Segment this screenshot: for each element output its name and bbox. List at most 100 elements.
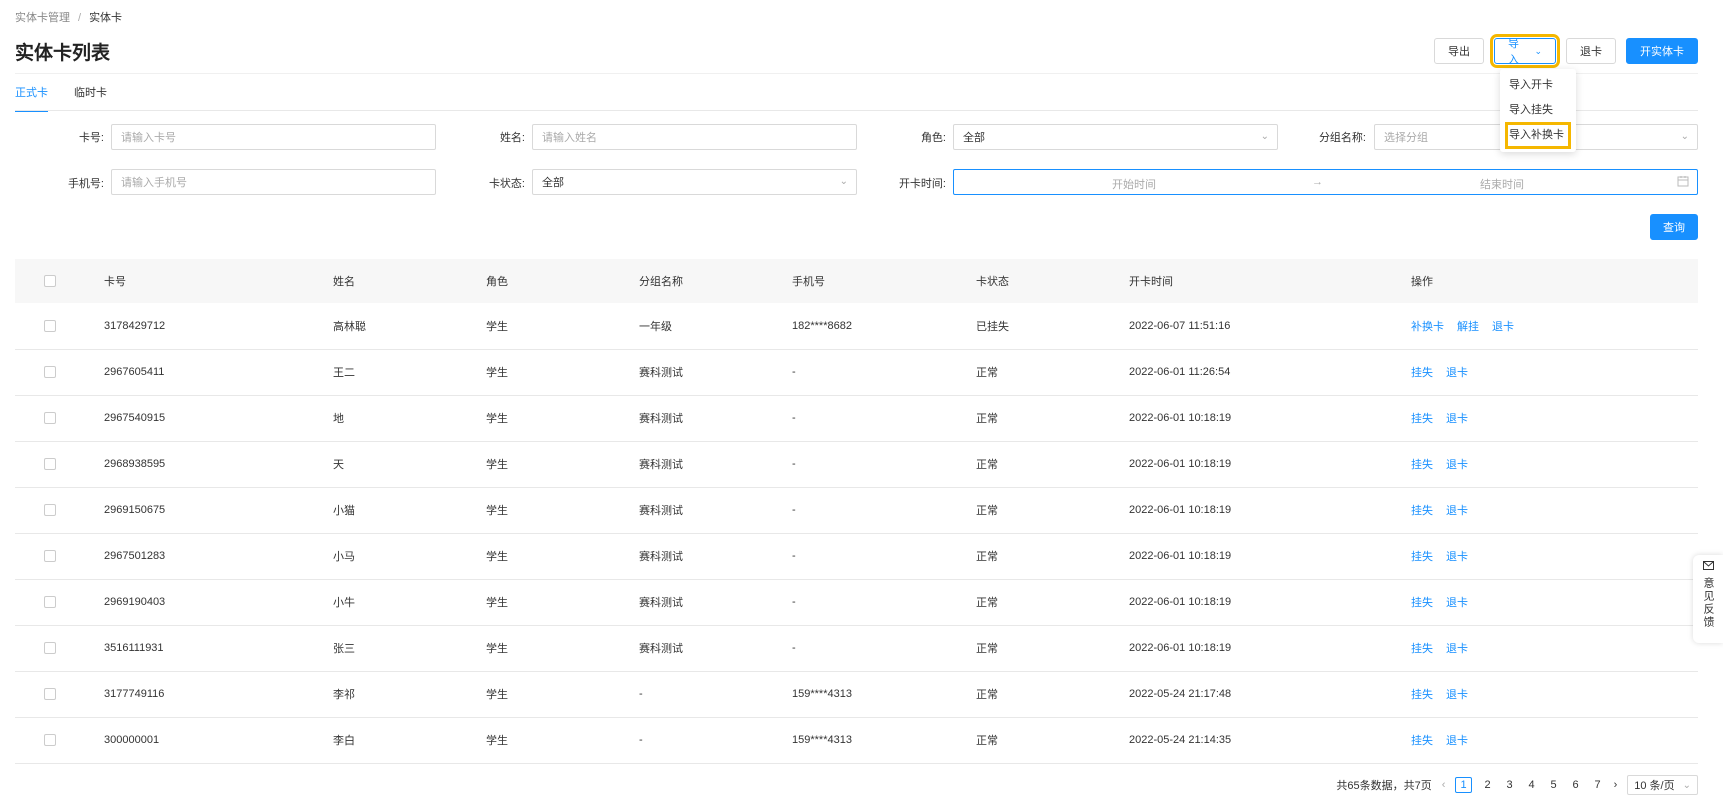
row-select-cell [15,349,104,395]
menu-item-import-loss[interactable]: 导入挂失 [1500,98,1576,123]
row-checkbox[interactable] [44,319,56,332]
breadcrumb-parent[interactable]: 实体卡管理 [15,12,70,24]
row-action-link[interactable]: 退卡 [1492,321,1514,333]
page-number[interactable]: 4 [1526,779,1538,791]
status-cell: 正常 [976,643,998,655]
row-action-link[interactable]: 挂失 [1411,413,1433,425]
row-action-link[interactable]: 挂失 [1411,735,1433,747]
open-time-cell: 2022-06-01 10:18:19 [1129,596,1232,608]
row-select-cell [15,533,104,579]
name-cell: 李祁 [333,689,355,701]
row-action-link[interactable]: 挂失 [1411,689,1433,701]
open-time-cell: 2022-06-01 10:18:19 [1129,458,1232,470]
open-time-cell: 2022-06-01 10:18:19 [1129,642,1232,654]
page-number[interactable]: 2 [1482,779,1494,791]
status-cell: 正常 [976,413,998,425]
row-action-link[interactable]: 退卡 [1446,597,1468,609]
row-action-link[interactable]: 挂失 [1411,505,1433,517]
column-header: 操作 [1411,276,1433,288]
row-checkbox[interactable] [44,596,56,609]
table-row: 2968938595 天 学生 赛科测试 - 正常 2022-06-01 10:18:19 挂… [15,441,1698,487]
page-number[interactable]: 7 [1592,779,1604,791]
row-action-link[interactable]: 退卡 [1446,367,1468,379]
row-action-link[interactable]: 挂失 [1411,643,1433,655]
chevron-right-icon[interactable]: › [1614,779,1618,791]
row-action-link[interactable]: 挂失 [1411,551,1433,563]
row-action-link[interactable]: 挂失 [1411,597,1433,609]
name-input[interactable]: 请输入姓名 [532,124,857,150]
row-action-link[interactable]: 退卡 [1446,643,1468,655]
table-row: 2967501283 小马 学生 赛科测试 - 正常 2022-06-01 10:18:19… [15,533,1698,579]
status-cell: 正常 [976,367,998,379]
group-cell: 赛科测试 [639,551,683,563]
row-action-link[interactable]: 解挂 [1457,321,1479,333]
row-action-link[interactable]: 挂失 [1411,367,1433,379]
name-cell: 王二 [333,367,355,379]
actions-cell: 挂失 退卡 [1411,579,1698,625]
select-all-checkbox[interactable] [44,275,56,288]
card-no-cell: 3178429712 [104,319,166,332]
menu-item-import-replace[interactable]: 导入补换卡 [1505,122,1571,149]
role-label: 角色: [920,132,946,144]
role-cell: 学生 [486,505,508,517]
row-action-link[interactable]: 挂失 [1411,459,1433,471]
name-cell: 张三 [333,643,355,655]
table-row: 2967540915 地 学生 赛科测试 - 正常 2022-06-01 10:18:19 挂… [15,395,1698,441]
card-status-select[interactable]: 全部 ⌄ [532,169,857,195]
chevron-left-icon[interactable]: ‹ [1442,779,1446,791]
page-number[interactable]: 5 [1548,779,1560,791]
row-action-link[interactable]: 退卡 [1446,551,1468,563]
row-action-link[interactable]: 退卡 [1446,459,1468,471]
page-size-select[interactable]: 10 条/页 ⌄ [1627,775,1698,795]
open-card-button[interactable]: 开实体卡 [1626,38,1698,64]
role-cell: 学生 [486,689,508,701]
row-checkbox[interactable] [44,458,56,471]
tab-temp-card[interactable]: 临时卡 [74,84,107,112]
name-cell: 小马 [333,551,355,563]
page-number[interactable]: 1 [1455,777,1472,793]
name-cell: 小牛 [333,597,355,609]
open-time-range-picker[interactable]: 开始时间 → 结束时间 [953,169,1698,195]
card-no-input[interactable]: 请输入卡号 [111,124,436,150]
phone-cell: - [792,412,796,424]
row-action-link[interactable]: 退卡 [1446,735,1468,747]
role-select[interactable]: 全部 ⌄ [953,124,1278,150]
row-action-link[interactable]: 补换卡 [1411,321,1444,333]
group-cell: 赛科测试 [639,367,683,379]
chevron-down-icon: ⌄ [1680,131,1689,142]
start-time-placeholder: 开始时间 [1112,179,1156,191]
row-checkbox[interactable] [44,412,56,425]
phone-cell: 182****8682 [792,319,852,332]
import-button-label: 导入 [1508,38,1519,66]
row-action-link[interactable]: 退卡 [1446,413,1468,425]
feedback-button[interactable]: 意见反馈 [1693,555,1723,643]
export-button[interactable]: 导出 [1434,38,1484,64]
menu-item-import-open[interactable]: 导入开卡 [1500,73,1576,98]
page-number[interactable]: 6 [1570,779,1582,791]
query-button[interactable]: 查询 [1650,214,1698,240]
row-checkbox[interactable] [44,688,56,701]
role-select-value: 全部 [963,132,985,144]
tab-formal-card[interactable]: 正式卡 [15,84,48,112]
return-card-button[interactable]: 退卡 [1566,38,1616,64]
import-button[interactable]: 导入 ⌄ [1490,34,1560,68]
row-checkbox[interactable] [44,642,56,655]
row-action-link[interactable]: 退卡 [1446,689,1468,701]
table-row: 2969190403 小牛 学生 赛科测试 - 正常 2022-06-01 10:18:19… [15,579,1698,625]
group-cell: 赛科测试 [639,505,683,517]
open-time-cell: 2022-06-07 11:51:16 [1129,319,1231,332]
card-no-cell: 2969190403 [104,596,166,608]
row-checkbox[interactable] [44,550,56,563]
tabs: 正式卡 临时卡 [15,84,107,112]
role-cell: 学生 [486,551,508,563]
row-checkbox[interactable] [44,366,56,379]
actions-cell: 挂失 退卡 [1411,625,1698,671]
role-cell: 学生 [486,643,508,655]
phone-input[interactable]: 请输入手机号 [111,169,436,195]
status-cell: 正常 [976,689,998,701]
row-action-link[interactable]: 退卡 [1446,505,1468,517]
group-select-placeholder: 选择分组 [1384,132,1428,144]
page-number[interactable]: 3 [1504,779,1516,791]
row-checkbox[interactable] [44,504,56,517]
row-checkbox[interactable] [44,734,56,747]
